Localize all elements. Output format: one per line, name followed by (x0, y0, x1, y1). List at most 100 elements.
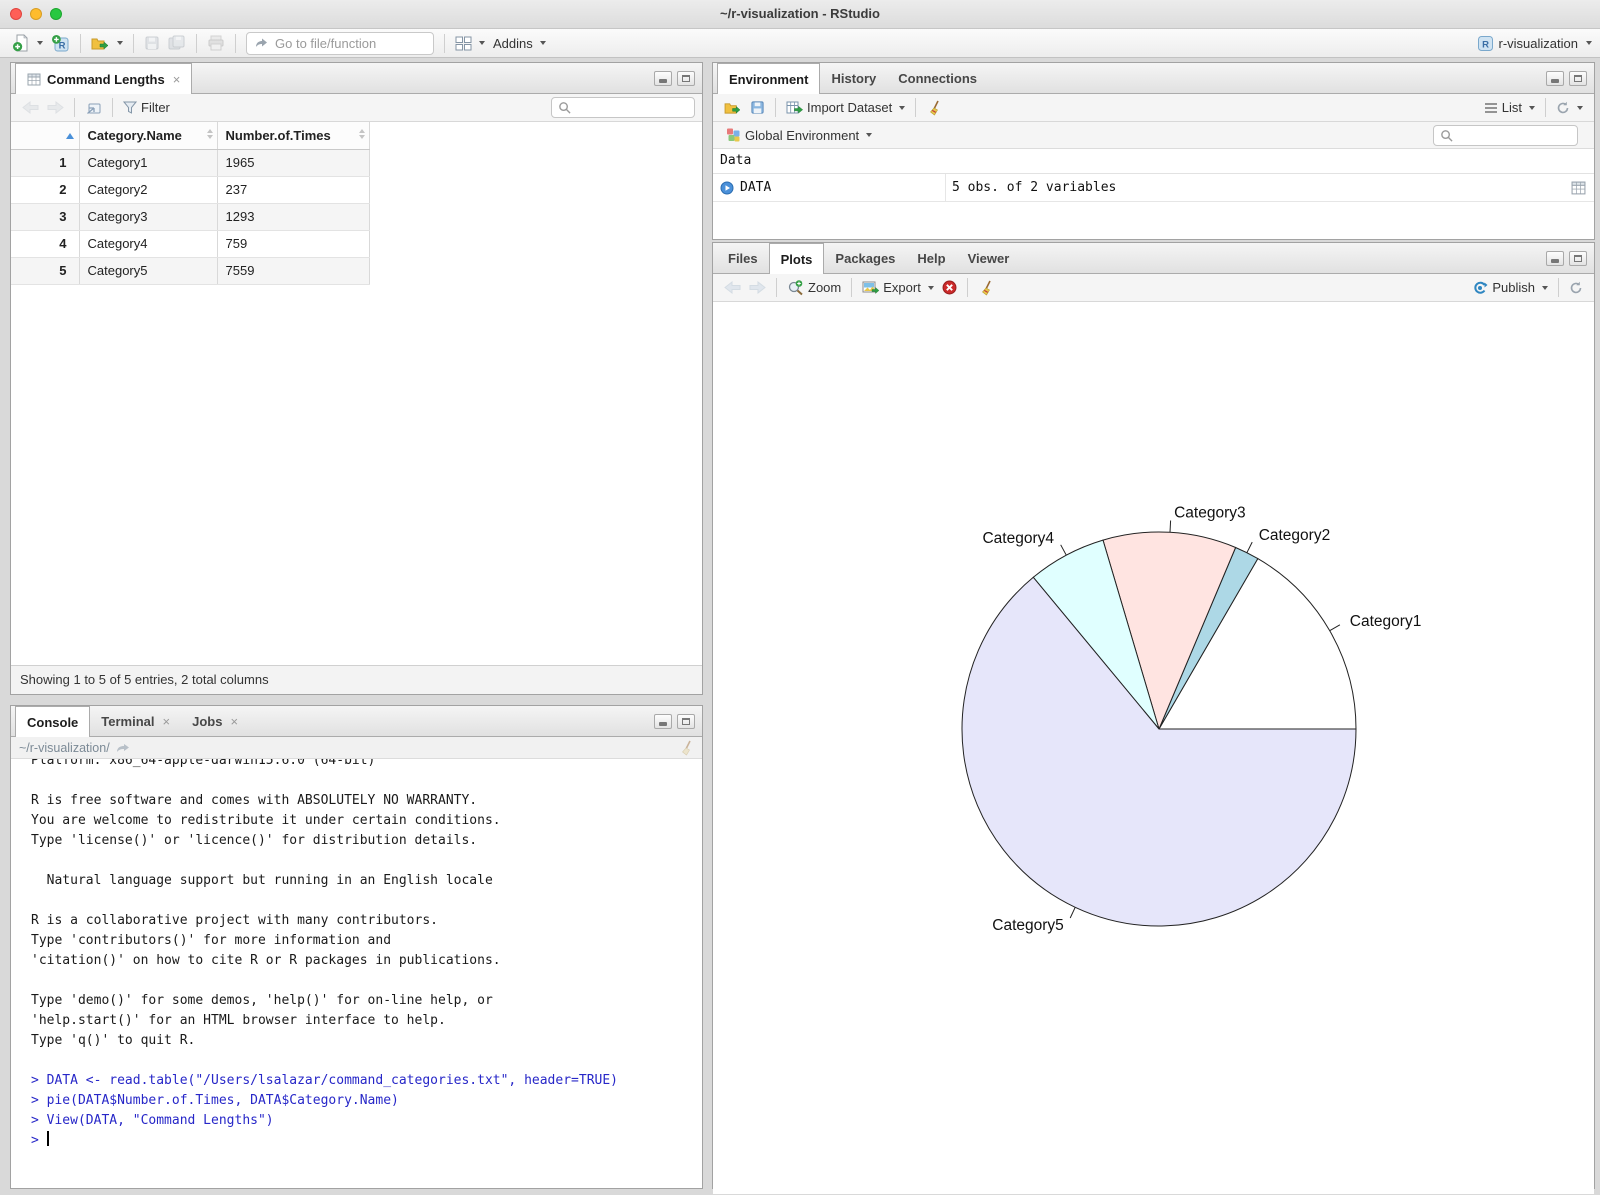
maximize-pane-button[interactable] (677, 71, 695, 86)
pie-label: Category3 (1174, 505, 1246, 522)
back-arrow-icon (22, 101, 39, 114)
environment-section-header: Data (713, 149, 1594, 174)
column-header-number-of-times[interactable]: Number.of.Times (217, 122, 370, 150)
plot-canvas: Category1 Category2 Category3 Category4 Cate… (713, 302, 1594, 1194)
tab-terminal[interactable]: Terminal × (90, 706, 181, 736)
table-row[interactable]: 2 Category2 237 (11, 176, 370, 204)
export-plot-button[interactable]: Export (858, 278, 938, 297)
pane-layout-caret-icon (479, 41, 485, 45)
nav-back-button[interactable] (18, 99, 43, 116)
clear-console-broom-icon[interactable] (678, 740, 694, 756)
print-button[interactable] (203, 33, 229, 53)
list-view-button[interactable]: List (1480, 98, 1539, 117)
environment-searchbox[interactable] (1433, 124, 1578, 146)
viewer-search-input[interactable] (576, 99, 688, 116)
minimize-pane-button[interactable] (1546, 251, 1564, 266)
new-project-button[interactable]: R (47, 32, 74, 55)
project-selector[interactable]: R r-visualization (1477, 35, 1592, 52)
tab-label: Packages (835, 250, 896, 266)
tab-viewer[interactable]: Viewer (957, 243, 1021, 273)
save-button[interactable] (140, 33, 164, 53)
console-output-line: 'citation()' on how to cite R or R packa… (31, 953, 501, 968)
goto-file-input[interactable] (273, 34, 426, 52)
zoom-plot-button[interactable]: Zoom (783, 277, 845, 298)
tab-plots[interactable]: Plots (768, 243, 825, 274)
tab-files[interactable]: Files (717, 243, 769, 273)
console-cursor[interactable] (46, 1131, 49, 1146)
toolbar-separator (1558, 278, 1559, 297)
popout-window-button[interactable] (81, 99, 106, 117)
maximize-pane-button[interactable] (677, 714, 695, 729)
tab-history[interactable]: History (820, 63, 887, 93)
maximize-pane-button[interactable] (1569, 71, 1587, 86)
filter-button[interactable]: Filter (119, 98, 174, 117)
table-cell: Category4 (79, 230, 218, 258)
publish-plot-button[interactable]: Publish (1468, 278, 1552, 297)
tab-close-icon[interactable]: × (230, 714, 238, 729)
tab-help[interactable]: Help (906, 243, 956, 273)
tab-jobs[interactable]: Jobs × (181, 706, 249, 736)
goto-directory-icon[interactable] (116, 743, 130, 753)
pane-window-buttons (654, 71, 695, 86)
new-file-button[interactable] (8, 32, 47, 54)
minimize-pane-button[interactable] (654, 714, 672, 729)
pane-layout-button[interactable] (451, 34, 489, 53)
clear-all-plots-button[interactable] (974, 278, 998, 298)
open-file-button[interactable] (87, 34, 127, 53)
table-row[interactable]: 3 Category3 1293 (11, 203, 370, 231)
table-row[interactable]: 4 Category4 759 (11, 230, 370, 258)
save-all-icon (168, 35, 185, 50)
toolbar-separator (915, 98, 917, 117)
svg-text:R: R (1482, 39, 1489, 50)
tab-command-lengths[interactable]: Command Lengths × (15, 63, 193, 94)
next-plot-button[interactable] (745, 279, 770, 296)
column-header-category-name[interactable]: Category.Name (79, 122, 218, 150)
import-dataset-button[interactable]: Import Dataset (782, 98, 909, 117)
tab-connections[interactable]: Connections (887, 63, 988, 93)
plots-toolbar: Zoom Export Publish (713, 274, 1594, 302)
minimize-pane-button[interactable] (654, 71, 672, 86)
tab-packages[interactable]: Packages (824, 243, 906, 273)
table-row[interactable]: 1 Category1 1965 (11, 149, 370, 177)
console-output[interactable]: Platform: x86_64-apple-darwin15.6.0 (64-… (11, 759, 702, 1188)
maximize-pane-button[interactable] (1569, 251, 1587, 266)
console-output-line: You are welcome to redistribute it under… (31, 813, 501, 828)
row-number: 2 (11, 176, 80, 204)
environment-search-input[interactable] (1458, 127, 1571, 143)
minimize-pane-button[interactable] (1546, 71, 1564, 86)
tab-close-icon[interactable]: × (173, 72, 181, 87)
environment-pane: Environment History Connections Import D… (712, 62, 1595, 240)
console-output-line: Type 'contributors()' for more informati… (31, 933, 392, 948)
refresh-environment-button[interactable] (1552, 99, 1587, 117)
nav-forward-button[interactable] (43, 99, 68, 116)
load-workspace-button[interactable] (720, 99, 746, 117)
console-output-line: Type 'license()' or 'licence()' for dist… (31, 833, 478, 848)
table-cell: 1293 (217, 203, 370, 231)
remove-plot-button[interactable] (938, 278, 961, 297)
previous-plot-button[interactable] (720, 279, 745, 296)
goto-file-searchbox[interactable] (246, 31, 434, 55)
table-row[interactable]: 5 Category5 7559 (11, 257, 370, 285)
rownum-header[interactable] (11, 122, 80, 150)
table-cell: 759 (217, 230, 370, 258)
save-workspace-button[interactable] (746, 98, 769, 117)
tab-environment[interactable]: Environment (717, 63, 821, 94)
save-all-button[interactable] (164, 33, 190, 53)
new-project-icon: R (52, 34, 69, 51)
table-cell: 7559 (217, 257, 370, 285)
tab-console[interactable]: Console (15, 706, 91, 737)
clear-environment-button[interactable] (922, 98, 946, 118)
tab-close-icon[interactable]: × (163, 714, 171, 729)
view-object-button[interactable] (1571, 181, 1586, 195)
environment-object-row[interactable]: DATA 5 obs. of 2 variables (713, 174, 1594, 202)
row-number: 4 (11, 230, 80, 258)
row-number: 3 (11, 203, 80, 231)
refresh-plot-button[interactable] (1565, 279, 1587, 297)
expand-object-icon[interactable] (720, 181, 734, 195)
export-caret-icon (927, 285, 934, 290)
viewer-searchbox[interactable] (551, 97, 695, 118)
addins-label: Addins (493, 35, 533, 51)
addins-button[interactable]: Addins (489, 34, 550, 53)
environment-scope-selector[interactable]: Global Environment (721, 125, 876, 145)
